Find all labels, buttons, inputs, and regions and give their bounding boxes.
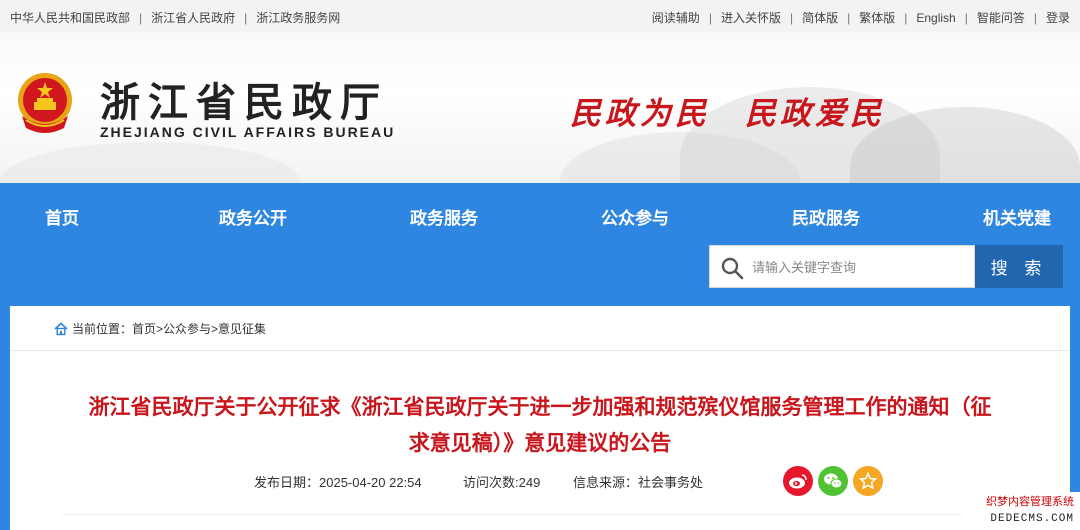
- visit-count: 访问次数:249: [463, 475, 541, 490]
- divider: [62, 514, 1022, 515]
- smart-qa-link[interactable]: 智能问答: [977, 9, 1025, 26]
- weibo-share-button[interactable]: [783, 466, 813, 496]
- separator: |: [789, 10, 794, 25]
- separator: |: [847, 10, 851, 25]
- content-panel: 当前位置：首页>公众参与>意见征集 浙江省民政厅关于公开征求《浙江省民政厅关于进…: [10, 306, 1070, 530]
- link-mca[interactable]: 中华人民共和国民政部: [10, 9, 130, 26]
- simplified-link[interactable]: 简体版: [802, 9, 838, 26]
- link-zj-gov[interactable]: 浙江省人民政府: [151, 9, 235, 26]
- favorite-share-button[interactable]: [853, 466, 883, 496]
- breadcrumb: 当前位置：首页>公众参与>意见征集: [54, 320, 266, 337]
- nav-item-gov-affairs[interactable]: 政务公开: [219, 204, 287, 229]
- separator: |: [244, 10, 248, 25]
- slogan: 民政为民 民政爱民: [570, 96, 885, 132]
- separator: |: [964, 10, 968, 25]
- site-title[interactable]: 浙江省民政厅: [100, 70, 388, 128]
- nav-item-civil-services[interactable]: 民政服务: [792, 204, 860, 229]
- main-nav: 首页 政务公开 政务服务 公众参与 民政服务 机关党建: [0, 183, 1080, 245]
- top-utility-bar: 中华人民共和国民政部 | 浙江省人民政府 | 浙江政务服务网 阅读辅助 | 进入…: [0, 0, 1080, 32]
- link-zj-service[interactable]: 浙江政务服务网: [256, 9, 340, 26]
- watermark: 织梦内容管理系统 DEDECMS.COM: [962, 492, 1080, 530]
- home-icon: [54, 321, 68, 335]
- breadcrumb-text[interactable]: 当前位置：首页>公众参与>意见征集: [72, 320, 266, 337]
- search-button[interactable]: 搜 索: [975, 245, 1063, 288]
- favorite-icon: [859, 472, 877, 490]
- divider: [10, 350, 1070, 351]
- nav-item-home[interactable]: 首页: [45, 204, 79, 229]
- traditional-link[interactable]: 繁体版: [859, 9, 895, 26]
- publish-date: 发布日期：2025-04-20 22:54: [254, 475, 422, 490]
- search-icon: [721, 257, 744, 280]
- info-source: 信息来源：社会事务处: [573, 475, 704, 490]
- nav-item-public-participation[interactable]: 公众参与: [601, 204, 669, 229]
- utility-links: 阅读辅助 | 进入关怀版 | 简体版 | 繁体版 | English | 智能问…: [652, 9, 1070, 26]
- article-title-line: 浙江省民政厅关于公开征求《浙江省民政厅关于进一步加强和规范殡仪馆服务管理工作的通…: [88, 396, 992, 419]
- article-title: 浙江省民政厅关于公开征求《浙江省民政厅关于进一步加强和规范殡仪馆服务管理工作的通…: [50, 390, 1030, 462]
- national-emblem-icon: [18, 73, 72, 133]
- watermark-line: DEDECMS.COM: [990, 513, 1074, 525]
- separator: |: [1033, 10, 1037, 25]
- wechat-icon: [824, 473, 843, 489]
- separator: |: [904, 10, 908, 25]
- separator: |: [139, 10, 143, 25]
- article-title-line: 求意见稿）》意见建议的公告: [408, 432, 672, 455]
- site-subtitle: ZHEJIANG CIVIL AFFAIRS BUREAU: [100, 124, 396, 140]
- wechat-share-button[interactable]: [818, 466, 848, 496]
- nav-item-party-building[interactable]: 机关党建: [983, 204, 1051, 229]
- reading-assist-link[interactable]: 阅读辅助: [652, 9, 700, 26]
- site-header: 浙江省民政厅 ZHEJIANG CIVIL AFFAIRS BUREAU 民政为…: [0, 32, 1080, 183]
- nav-item-gov-services[interactable]: 政务服务: [410, 204, 478, 229]
- english-link[interactable]: English: [916, 11, 955, 25]
- separator: |: [708, 10, 712, 25]
- background-mountain: [0, 142, 300, 183]
- care-mode-link[interactable]: 进入关怀版: [721, 9, 781, 26]
- search-input[interactable]: [752, 257, 967, 277]
- login-link[interactable]: 登录: [1046, 9, 1070, 26]
- watermark-line: 织梦内容管理系统: [986, 496, 1074, 508]
- weibo-icon: [789, 474, 807, 489]
- search-box: [709, 245, 975, 288]
- external-links: 中华人民共和国民政部 | 浙江省人民政府 | 浙江政务服务网: [10, 9, 340, 26]
